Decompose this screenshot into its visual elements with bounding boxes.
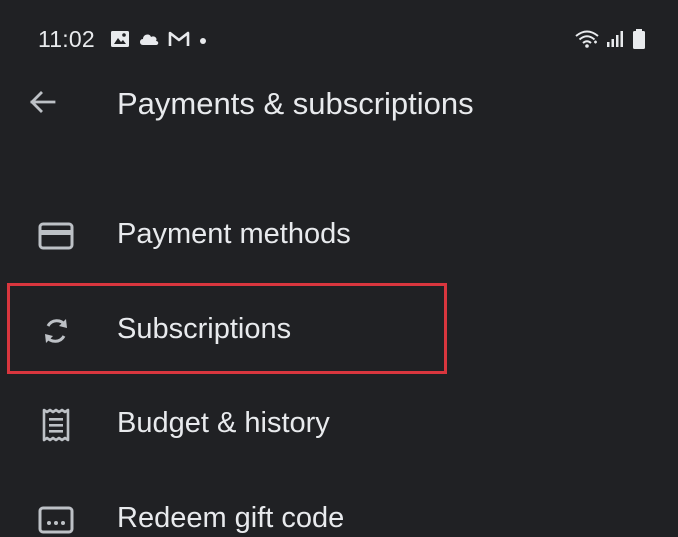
receipt-icon (36, 405, 76, 445)
screen: 11:02 Payments & subscriptions Payment m… (0, 0, 678, 537)
gmail-icon (168, 30, 190, 53)
battery-icon (632, 28, 646, 55)
app-bar: Payments & subscriptions (0, 72, 678, 136)
sync-icon (36, 311, 76, 351)
status-notification-icons (110, 30, 208, 53)
menu-item-label: Subscriptions (117, 313, 292, 345)
menu-item-redeem-gift-code[interactable]: Redeem gift code (0, 474, 678, 537)
credit-card-icon (36, 216, 76, 256)
wifi-icon (574, 29, 600, 54)
status-system-icons (574, 28, 646, 55)
menu-item-budget-history[interactable]: Budget & history (0, 379, 678, 459)
arrow-back-icon (26, 86, 58, 123)
gift-code-icon (36, 500, 76, 537)
status-bar: 11:02 (0, 22, 678, 58)
signal-icon (606, 30, 626, 53)
menu-item-label: Payment methods (117, 218, 351, 250)
menu-item-label: Redeem gift code (117, 502, 345, 534)
cloud-icon (138, 31, 160, 52)
back-button[interactable] (22, 84, 62, 124)
dot-icon (198, 33, 208, 51)
status-time: 11:02 (38, 26, 95, 52)
image-icon (110, 30, 130, 53)
menu-item-subscriptions[interactable]: Subscriptions (0, 285, 678, 365)
menu-item-payment-methods[interactable]: Payment methods (0, 190, 678, 270)
menu-item-label: Budget & history (117, 407, 330, 439)
page-title: Payments & subscriptions (117, 86, 474, 121)
